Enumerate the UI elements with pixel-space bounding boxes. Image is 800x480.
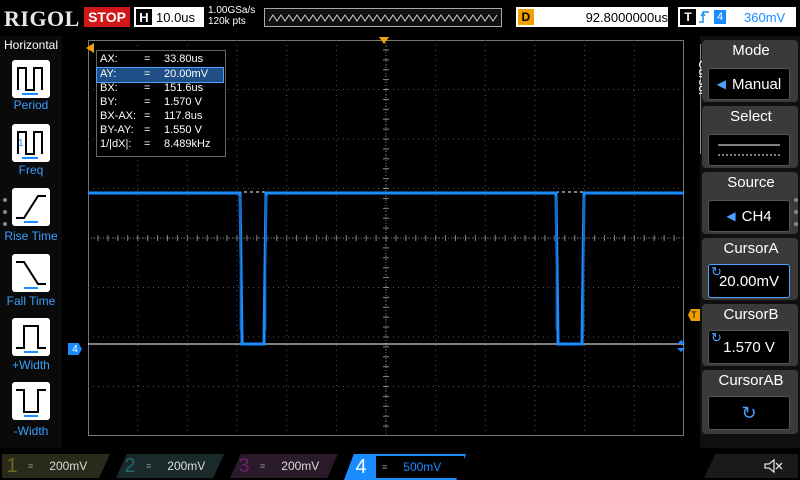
channel-2-scale: 200mV	[167, 459, 206, 473]
fall-time-icon	[16, 261, 46, 289]
period-icon	[17, 67, 43, 95]
dc-coupling-icon: ≡	[382, 462, 388, 472]
cursor-readout-box: AX: = 33.80us AY: = 20.00mV BX: = 151.6us BY: =…	[96, 50, 226, 157]
plus-width-button[interactable]	[12, 318, 50, 356]
cursor-ab-value-box[interactable]: ↻	[708, 396, 790, 430]
svg-text:1: 1	[18, 138, 24, 149]
minus-width-label: -Width	[13, 424, 49, 438]
sample-info: 1.00GSa/s 120k pts	[208, 5, 255, 27]
mode-title: Mode	[732, 42, 770, 59]
source-value: CH4	[741, 207, 772, 225]
memory-depth: 120k pts	[208, 16, 246, 27]
cursor-menu-vertical-title: Cursor	[650, 60, 710, 96]
cursor-a-title: CursorA	[723, 240, 779, 257]
speaker-muted-icon	[764, 458, 783, 474]
menu-scroll-dot	[794, 210, 798, 214]
delay-label: D	[518, 9, 534, 25]
period-label: Period	[13, 98, 49, 112]
source-value-box[interactable]: ◀ CH4	[708, 200, 790, 232]
menu-scroll-dot	[794, 198, 798, 202]
dc-coupling-icon: ≡	[28, 461, 34, 471]
menu-scroll-dot	[3, 222, 7, 226]
freq-icon: 1	[17, 131, 43, 159]
period-button[interactable]	[12, 60, 50, 98]
trigger-position-marker	[379, 37, 389, 44]
menu-scroll-dot	[3, 198, 7, 202]
channel-3-tab[interactable]: 3 ≡ 200mV	[230, 454, 338, 478]
horizontal-cursor-lines-icon	[718, 144, 780, 156]
fall-time-label: Fall Time	[6, 294, 56, 308]
timebase-display[interactable]: H 10.0us	[134, 7, 204, 27]
source-title: Source	[727, 174, 775, 191]
cursor-readout-row: BX-AX: = 117.8us	[100, 110, 203, 122]
rise-time-label: Rise Time	[4, 229, 58, 243]
brand-logo: RIGOL	[4, 6, 80, 31]
channel-1-number: 1	[6, 454, 18, 477]
trigger-source-channel: 4	[714, 10, 726, 24]
fall-time-button[interactable]	[12, 254, 50, 292]
memory-waveform-preview	[268, 14, 498, 22]
trigger-level: 360mV	[744, 9, 786, 25]
plus-width-label: +Width	[12, 358, 50, 372]
delay-value: 92.8000000us	[585, 9, 668, 25]
knob-icon: ↻	[711, 330, 722, 345]
minus-width-button[interactable]	[12, 382, 50, 420]
minus-width-icon	[16, 389, 46, 417]
rise-time-button[interactable]	[12, 188, 50, 226]
source-select-arrow-icon: ◀	[726, 209, 736, 223]
cursor-readout-row: 1/|dX|: = 8.489kHz	[100, 138, 211, 150]
delay-display[interactable]: D 92.8000000us	[516, 7, 668, 27]
channel-4-scale: 500mV	[403, 460, 442, 474]
knob-icon: ↻	[741, 402, 757, 423]
menu-scroll-dot	[3, 210, 7, 214]
ch4-offset-arrows-icon	[677, 340, 685, 352]
dc-coupling-icon: ≡	[146, 461, 152, 471]
channel-1-scale: 200mV	[49, 459, 88, 473]
cursor-readout-row: BX: = 151.6us	[100, 82, 204, 94]
trigger-label: T	[680, 9, 696, 25]
rise-time-icon	[16, 195, 46, 223]
timebase-value: 10.0us	[156, 9, 196, 25]
select-value-box[interactable]	[708, 134, 790, 166]
select-title: Select	[730, 108, 772, 125]
knob-icon: ↻	[711, 264, 722, 279]
waveform-start-marker	[86, 43, 94, 53]
cursor-readout-row: AX: = 33.80us	[100, 53, 204, 65]
sample-rate: 1.00GSa/s	[208, 5, 256, 16]
channel-4-tab[interactable]: 4 ≡ 500mV	[344, 454, 466, 480]
freq-button[interactable]: 1	[12, 124, 50, 162]
cursor-b-value: 1.570 V	[723, 338, 775, 356]
run-stop-button[interactable]: STOP	[84, 7, 130, 27]
menu-scroll-dot	[794, 222, 798, 226]
measure-panel-title: Horizontal	[3, 38, 59, 52]
channel-1-tab[interactable]: 1 ≡ 200mV	[2, 454, 110, 478]
mode-value-box[interactable]: ◀ Manual	[708, 68, 790, 100]
trigger-display[interactable]: T 4 360mV	[678, 7, 796, 27]
channel-3-scale: 200mV	[281, 459, 320, 473]
trigger-level-marker[interactable]: T	[688, 309, 700, 321]
plus-width-icon	[16, 325, 46, 353]
freq-label: Freq	[18, 163, 44, 177]
mode-value: Manual	[732, 75, 782, 93]
cursor-a-value-box[interactable]: ↻ 20.00mV	[708, 264, 790, 298]
cursor-b-title: CursorB	[723, 306, 779, 323]
mode-select-arrow-icon: ◀	[716, 77, 727, 91]
cursor-b-value-box[interactable]: ↻ 1.570 V	[708, 330, 790, 364]
dc-coupling-icon: ≡	[260, 461, 266, 471]
horizontal-label: H	[136, 9, 152, 25]
ch4-ground-marker[interactable]: 4	[68, 343, 82, 355]
cursor-readout-row: BY: = 1.570 V	[100, 96, 202, 108]
rising-edge-icon	[699, 11, 709, 23]
cursor-a-value: 20.00mV	[718, 272, 780, 290]
cursor-ab-title: CursorAB	[718, 372, 784, 389]
cursor-readout-row: BY-AY: = 1.550 V	[100, 124, 202, 136]
channel-2-tab[interactable]: 2 ≡ 200mV	[116, 454, 224, 478]
cursor-readout-row-selected: AY: = 20.00mV	[96, 67, 224, 83]
sound-status-tab[interactable]	[704, 454, 798, 478]
memory-overview-bar	[264, 8, 502, 27]
